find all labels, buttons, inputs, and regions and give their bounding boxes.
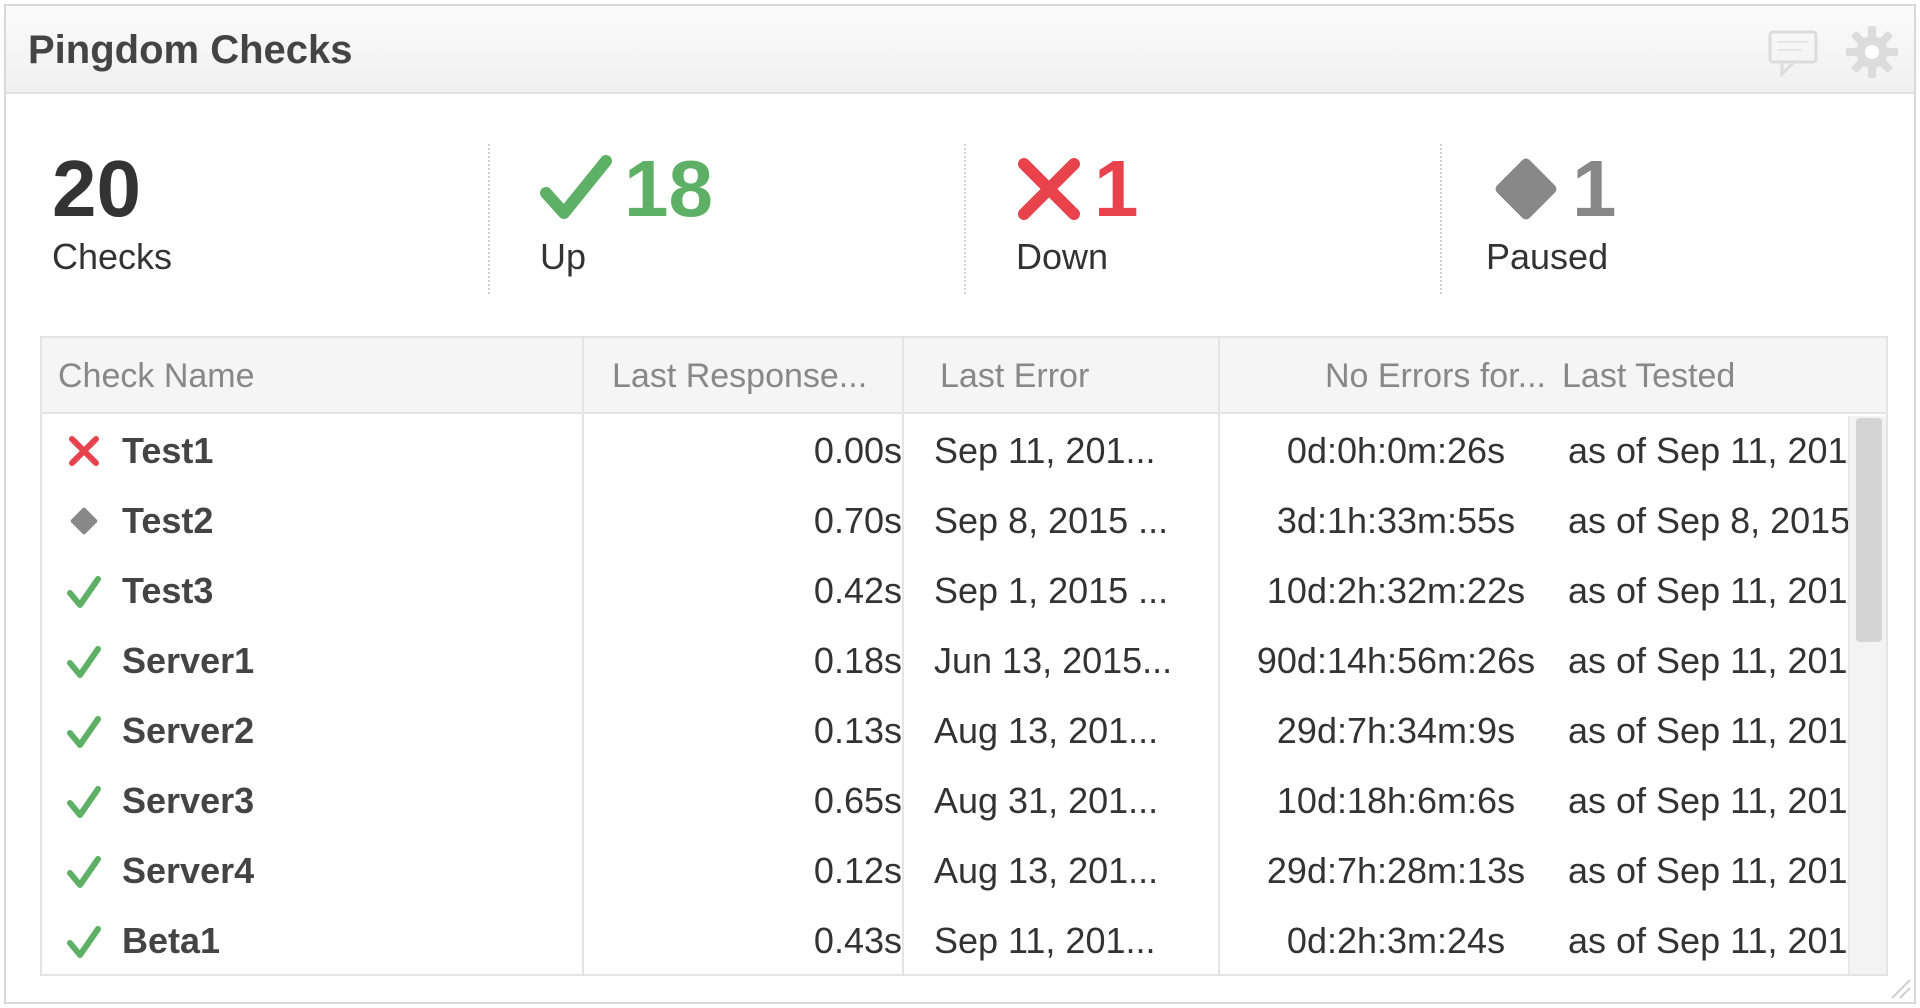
last-tested-date: as of Sep 11, 201 [1568,920,1848,961]
widget-header: Pingdom Checks [6,6,1914,94]
checkmark-icon [67,646,101,678]
cross-icon [1018,158,1080,220]
last-tested-date: as of Sep 11, 201 [1568,780,1848,821]
up-stat: 18 Up [488,144,713,294]
last-error-date: Aug 13, 201... [934,710,1159,751]
last-error-date: Sep 11, 201... [934,920,1156,961]
column-header-last-tested[interactable]: Last Tested [1562,338,1862,414]
check-name[interactable]: Server4 [122,836,562,906]
checkmark-icon [67,716,101,748]
no-errors-duration: 0d:0h:0m:26s [1286,430,1506,471]
table-row[interactable]: Server4 0.12s Aug 13, 201... 29d:7h:28m:13s… [42,836,1848,906]
last-response-time: 0.00s [813,430,902,471]
checkmark-icon [67,856,101,888]
diamond-icon [1495,158,1557,220]
last-response-time: 0.65s [813,780,902,821]
paused-label: Paused [1486,236,1609,277]
table-header: Check Name Last Response... Last Error N… [42,338,1886,414]
last-response-time: 0.42s [813,570,902,611]
column-header-last-response[interactable]: Last Response... [594,338,922,414]
last-tested-date: as of Sep 11, 201 [1568,430,1848,471]
last-tested-date: as of Sep 11, 201 [1568,710,1848,751]
column-header-no-errors[interactable]: No Errors for... [1240,338,1550,414]
comment-icon[interactable] [1764,22,1824,82]
table-scrollbar[interactable] [1848,416,1886,974]
no-errors-duration: 0d:2h:3m:24s [1286,920,1506,961]
up-count: 18 [624,144,713,233]
no-errors-duration: 10d:2h:32m:22s [1266,570,1526,611]
column-header-last-error[interactable]: Last Error [924,338,1238,414]
table-row[interactable]: Server2 0.13s Aug 13, 201... 29d:7h:34m:9s a… [42,696,1848,766]
down-stat: 1 Down [964,144,1139,294]
last-response-time: 0.13s [813,710,902,751]
no-errors-duration: 29d:7h:28m:13s [1266,850,1526,891]
resize-handle-icon[interactable] [1886,974,1912,1000]
last-tested-date: as of Sep 11, 201 [1568,640,1848,681]
check-name[interactable]: Test3 [122,556,562,626]
checkmark-icon [67,786,101,818]
no-errors-duration: 10d:18h:6m:6s [1276,780,1516,821]
scrollbar-thumb[interactable] [1856,418,1882,642]
last-error-date: Sep 1, 2015 ... [934,570,1169,611]
gear-icon[interactable] [1842,22,1902,82]
last-tested-date: as of Sep 11, 201 [1568,570,1848,611]
down-count: 1 [1094,144,1139,233]
table-row[interactable]: Test1 0.00s Sep 11, 201... 0d:0h:0m:26s as o… [42,416,1848,486]
last-tested-date: as of Sep 8, 2015 [1568,500,1848,541]
check-name[interactable]: Server3 [122,766,562,836]
last-response-time: 0.43s [813,920,902,961]
widget-title: Pingdom Checks [28,28,353,72]
paused-stat: 1 Paused [1440,144,1617,294]
check-name[interactable]: Server2 [122,696,562,766]
column-header-check-name[interactable]: Check Name [58,338,568,414]
up-label: Up [540,236,587,277]
table-row[interactable]: Server3 0.65s Aug 31, 201... 10d:18h:6m:6s a… [42,766,1848,836]
no-errors-duration: 90d:14h:56m:26s [1256,640,1536,681]
table-row[interactable]: Server1 0.18s Jun 13, 2015... 90d:14h:56m:2… [42,626,1848,696]
last-error-date: Sep 8, 2015 ... [934,500,1169,541]
down-label: Down [1016,236,1109,277]
checks-table: Check Name Last Response... Last Error N… [40,336,1888,976]
diamond-icon [70,507,98,535]
checkmark-icon [67,926,101,958]
last-error-date: Aug 13, 201... [934,850,1159,891]
check-name[interactable]: Server1 [122,626,562,696]
last-tested-date: as of Sep 11, 201 [1568,850,1848,891]
last-error-date: Sep 11, 201... [934,430,1156,471]
total-checks-stat: 20 Checks [52,144,172,294]
check-name[interactable]: Beta1 [122,906,562,974]
total-checks-count: 20 [52,144,141,233]
no-errors-duration: 29d:7h:34m:9s [1276,710,1516,751]
paused-count: 1 [1572,144,1617,233]
table-row[interactable]: Test2 0.70s Sep 8, 2015 ... 3d:1h:33m:55s as… [42,486,1848,556]
checkmark-icon [540,155,612,219]
last-error-date: Jun 13, 2015... [934,640,1173,681]
last-response-time: 0.70s [813,500,902,541]
pingdom-widget: Pingdom Checks 20 Checks 18 Up 1 Down 1 … [4,4,1916,1004]
status-summary: 20 Checks 18 Up 1 Down 1 Paused [6,96,1914,306]
table-row[interactable]: Beta1 0.43s Sep 11, 201... 0d:2h:3m:24s as o… [42,906,1848,974]
last-response-time: 0.18s [813,640,902,681]
check-name[interactable]: Test2 [122,486,562,556]
table-row[interactable]: Test3 0.42s Sep 1, 2015 ... 10d:2h:32m:22s a… [42,556,1848,626]
last-error-date: Aug 31, 201... [934,780,1159,821]
no-errors-duration: 3d:1h:33m:55s [1276,500,1516,541]
total-checks-label: Checks [52,236,173,277]
check-name[interactable]: Test1 [122,416,562,486]
last-response-time: 0.12s [813,850,902,891]
table-body: Test1 0.00s Sep 11, 201... 0d:0h:0m:26s as o… [42,416,1848,974]
cross-icon [69,436,99,466]
checkmark-icon [67,576,101,608]
